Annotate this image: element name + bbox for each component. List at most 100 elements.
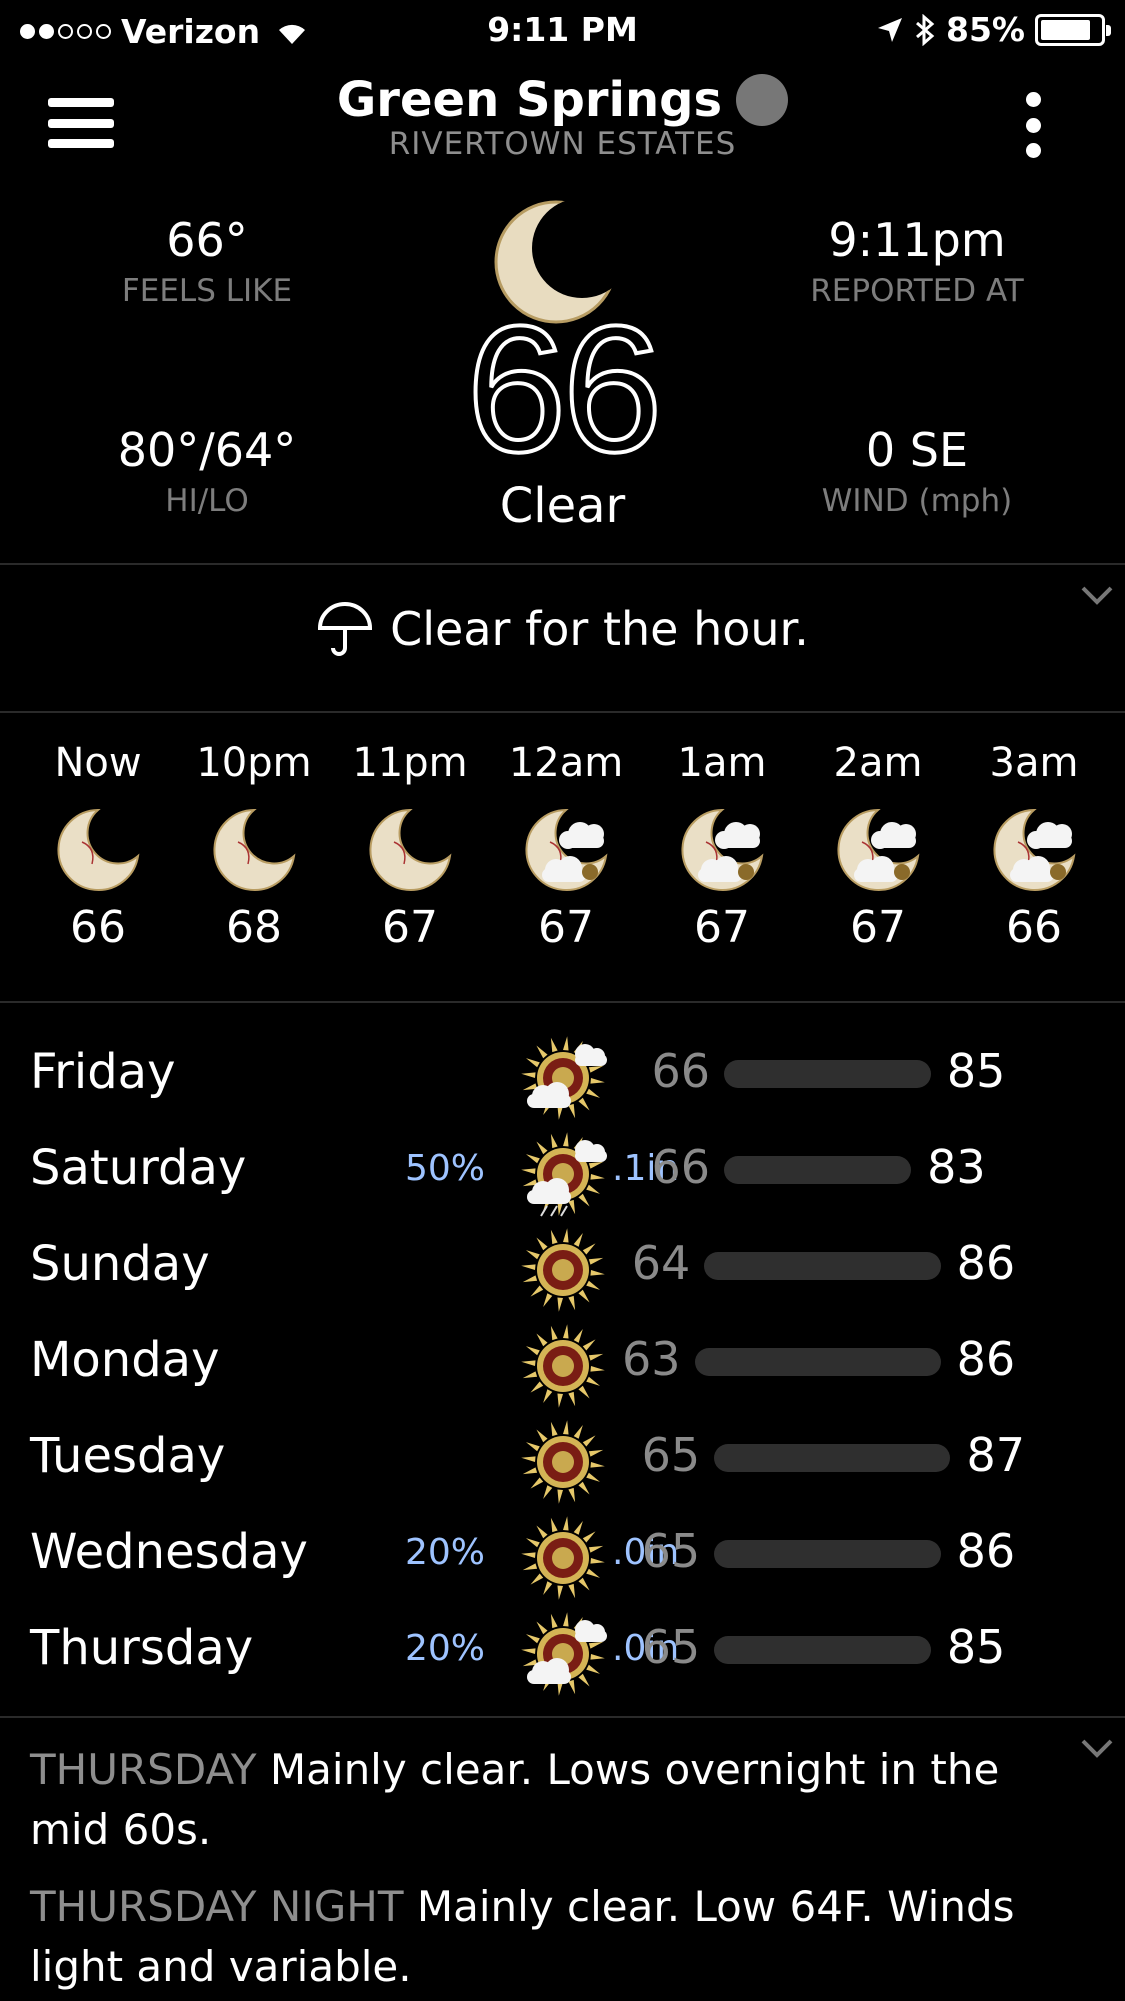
moon-icon — [364, 804, 456, 896]
hour-time: 1am — [677, 740, 767, 786]
hour-time: 10pm — [196, 740, 312, 786]
precip-chance: 50% — [404, 1148, 485, 1189]
low-temp: 66 — [651, 1044, 710, 1098]
temp-range-bar — [724, 1060, 931, 1088]
sun-cloud-icon — [517, 1608, 609, 1700]
day-name: Monday — [30, 1332, 220, 1388]
daily-row[interactable]: Thursday 20% .0in 65 85 — [0, 1600, 1125, 1696]
hour-temp: 67 — [382, 902, 438, 953]
day-name: Friday — [30, 1044, 176, 1100]
forecast-text-1: THURSDAY Mainly clear. Lows overnight in… — [30, 1740, 1090, 1860]
city-name-row: Green Springs — [336, 72, 789, 128]
daily-row[interactable]: Friday 66 85 — [0, 1024, 1125, 1120]
hour-temp: 66 — [70, 902, 126, 953]
moon-cloud-icon — [832, 804, 924, 896]
more-options-button[interactable] — [1020, 92, 1046, 158]
precip-chance: 20% — [404, 1628, 485, 1669]
daily-row[interactable]: Sunday 64 86 — [0, 1216, 1125, 1312]
forecast-period: THURSDAY — [30, 1745, 257, 1794]
divider — [0, 1001, 1125, 1003]
high-temp: 85 — [946, 1044, 1006, 1098]
hour-time: Now — [54, 740, 142, 786]
minutely-text: Clear for the hour. — [390, 602, 809, 656]
low-temp: 65 — [641, 1524, 701, 1578]
chevron-down-icon[interactable] — [1080, 585, 1114, 605]
moon-icon — [208, 804, 300, 896]
daily-row[interactable]: Monday 63 86 — [0, 1312, 1125, 1408]
temp-range-bar — [714, 1444, 951, 1472]
temp-range-bar — [724, 1156, 912, 1184]
location-header[interactable]: Green Springs RIVERTOWN ESTATES — [0, 72, 1125, 162]
minutely-summary[interactable]: Clear for the hour. — [0, 600, 1125, 658]
day-name: Sunday — [30, 1236, 210, 1292]
location-status-icon — [736, 74, 789, 126]
umbrella-icon — [318, 602, 373, 656]
sun-thunderstorm-icon — [517, 1128, 609, 1220]
battery-icon — [1035, 13, 1111, 46]
hourly-item[interactable]: 11pm 67 — [332, 740, 488, 953]
hour-time: 3am — [989, 740, 1079, 786]
divider — [0, 1716, 1125, 1718]
divider — [0, 563, 1125, 565]
low-temp: 65 — [641, 1620, 701, 1674]
divider — [0, 711, 1125, 713]
hour-time: 2am — [833, 740, 923, 786]
status-right: 85% — [876, 10, 1111, 49]
status-bar: Verizon 9:11 PM 85% — [0, 0, 1125, 62]
temp-range-bar — [704, 1252, 941, 1280]
day-name: Saturday — [30, 1140, 247, 1196]
temp-range-bar — [714, 1540, 941, 1568]
day-name: Tuesday — [30, 1428, 226, 1484]
day-name: Thursday — [30, 1620, 254, 1676]
moon-cloud-icon — [676, 804, 768, 896]
hour-time: 12am — [508, 740, 624, 786]
daily-row[interactable]: Saturday 50% .1in 66 83 — [0, 1120, 1125, 1217]
reported-at-value: 9:11pm — [828, 213, 1006, 267]
hourly-item[interactable]: 10pm 68 — [176, 740, 332, 953]
high-temp: 83 — [927, 1140, 986, 1194]
high-temp: 86 — [956, 1332, 1016, 1386]
neighborhood-name: RIVERTOWN ESTATES — [388, 126, 737, 162]
battery-percent: 85% — [946, 10, 1025, 49]
hourly-item[interactable]: 1am 67 — [644, 740, 800, 953]
hour-temp: 67 — [538, 902, 594, 953]
daily-row[interactable]: Tuesday 65 87 — [0, 1408, 1125, 1504]
moon-cloud-icon — [988, 804, 1080, 896]
current-temperature: 66 — [464, 289, 664, 490]
city-name: Green Springs — [336, 72, 723, 128]
current-condition: Clear — [499, 478, 626, 534]
low-temp: 63 — [621, 1332, 681, 1386]
precip-chance: 20% — [404, 1532, 485, 1573]
high-temp: 87 — [966, 1428, 1026, 1482]
hour-time: 11pm — [352, 740, 468, 786]
sun-icon — [517, 1416, 609, 1508]
feels-like-value: 66° — [166, 213, 248, 267]
bluetooth-icon — [916, 13, 935, 46]
daily-row[interactable]: Wednesday 20% .0in 65 86 — [0, 1504, 1125, 1600]
low-temp: 65 — [641, 1428, 701, 1482]
reported-at-stat: 9:11pm REPORTED AT — [767, 213, 1067, 309]
sun-icon — [517, 1224, 609, 1316]
feels-like-stat: 66° FEELS LIKE — [57, 213, 357, 309]
forecast-text-2: THURSDAY NIGHT Mainly clear. Low 64F. Wi… — [30, 1877, 1090, 1997]
temp-range-bar — [694, 1348, 941, 1376]
hourly-item[interactable]: 2am 67 — [800, 740, 956, 953]
forecast-period: THURSDAY NIGHT — [30, 1882, 404, 1931]
hourly-item[interactable]: 12am 67 — [488, 740, 644, 953]
low-temp: 64 — [631, 1236, 691, 1290]
hourly-item[interactable]: 3am 66 — [956, 740, 1112, 953]
high-temp: 86 — [956, 1236, 1016, 1290]
sun-cloud-icon — [517, 1032, 609, 1124]
location-arrow-icon — [878, 17, 902, 42]
hour-temp: 67 — [850, 902, 906, 953]
hour-temp: 68 — [226, 902, 282, 953]
temp-range-bar — [714, 1636, 931, 1664]
sun-icon — [517, 1320, 609, 1412]
hour-temp: 66 — [1006, 902, 1062, 953]
sun-icon — [517, 1512, 609, 1604]
hourly-item[interactable]: Now 66 — [20, 740, 176, 953]
moon-cloud-icon — [520, 804, 612, 896]
day-name: Wednesday — [30, 1524, 308, 1580]
high-temp: 85 — [946, 1620, 1006, 1674]
hour-temp: 67 — [694, 902, 750, 953]
